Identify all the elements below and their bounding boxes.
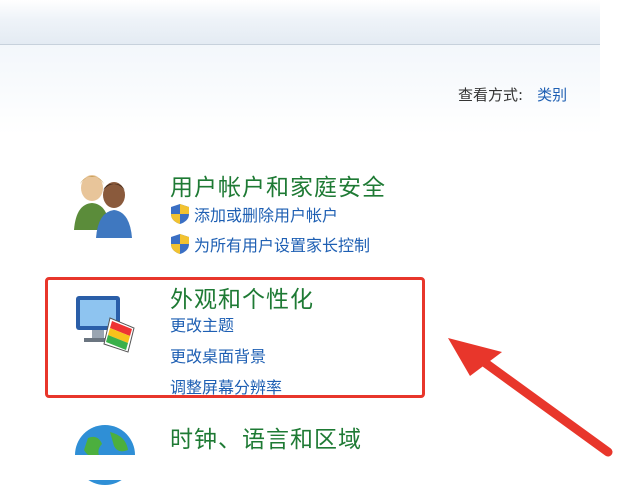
view-by-value[interactable]: 类别 xyxy=(537,86,567,104)
category-title[interactable]: 时钟、语言和区域 xyxy=(170,420,362,454)
link-label: 为所有用户设置家长控制 xyxy=(194,236,371,255)
category-title[interactable]: 用户帐户和家庭安全 xyxy=(170,168,386,202)
highlight-box xyxy=(45,277,425,398)
add-remove-user-link[interactable]: 添加或删除用户帐户 xyxy=(170,202,338,226)
link-label: 添加或删除用户帐户 xyxy=(194,206,339,225)
users-icon xyxy=(74,175,132,238)
red-arrow-icon xyxy=(448,338,613,457)
top-toolbar xyxy=(0,0,600,45)
shield-icon xyxy=(171,204,189,224)
view-by-control[interactable]: 查看方式: 类别 xyxy=(458,84,600,105)
view-by-label: 查看方式: xyxy=(458,86,524,104)
shield-icon xyxy=(171,234,189,254)
parental-controls-link[interactable]: 为所有用户设置家长控制 xyxy=(170,232,370,256)
